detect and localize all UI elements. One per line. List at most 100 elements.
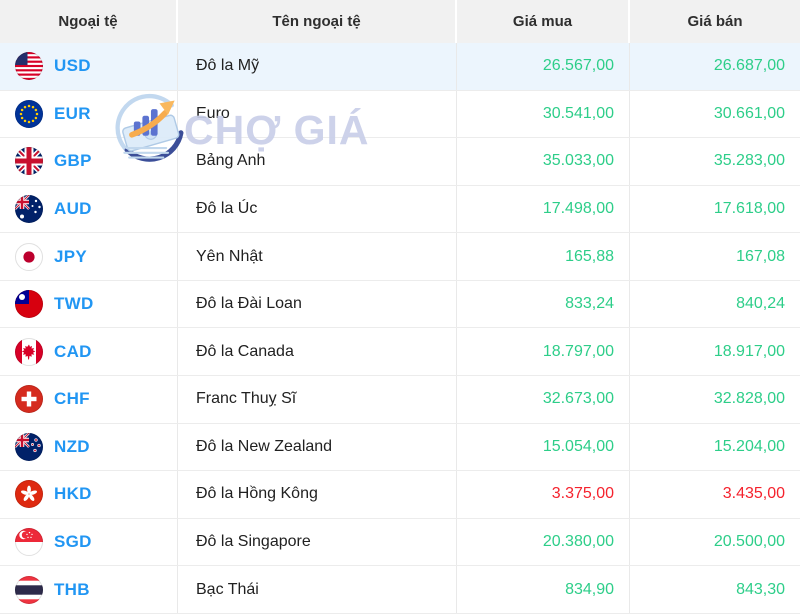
eu-flag-icon bbox=[15, 99, 43, 128]
au-flag-icon bbox=[15, 195, 43, 224]
currency-row[interactable]: NZD Đô la New Zealand 15.054,00 15.204,0… bbox=[0, 423, 800, 472]
currency-name-cell: Bạc Thái bbox=[178, 566, 457, 613]
currency-name-cell: Đô la Úc bbox=[178, 185, 457, 233]
currency-cell: AUD bbox=[0, 185, 178, 233]
buy-price-cell: 165,88 bbox=[457, 233, 630, 280]
col-header-sell-price: Giá bán bbox=[687, 13, 743, 30]
currency-code[interactable]: JPY bbox=[54, 247, 87, 267]
currency-row[interactable]: JPY Yên Nhật 165,88 167,08 bbox=[0, 233, 800, 281]
currency-row[interactable]: CAD Đô la Canada 18.797,00 18.917,00 bbox=[0, 328, 800, 377]
sell-price: 17.618,00 bbox=[713, 200, 785, 218]
sell-price-cell: 3.435,00 bbox=[630, 471, 800, 518]
sell-price: 840,24 bbox=[736, 295, 785, 313]
currency-code[interactable]: TWD bbox=[54, 294, 94, 314]
currency-row[interactable]: USD Đô la Mỹ 26.567,00 26.687,00 bbox=[0, 43, 800, 91]
currency-code[interactable]: EUR bbox=[54, 104, 91, 124]
currency-code[interactable]: GBP bbox=[54, 151, 92, 171]
currency-code[interactable]: CHF bbox=[54, 389, 90, 409]
currency-row[interactable]: EUR Euro 30.541,00 30.661,00 bbox=[0, 90, 800, 139]
currency-cell: SGD bbox=[0, 518, 178, 566]
currency-name: Đô la Canada bbox=[196, 342, 294, 360]
sell-price: 3.435,00 bbox=[722, 485, 785, 503]
currency-name-cell: Euro bbox=[178, 90, 457, 138]
currency-code[interactable]: NZD bbox=[54, 437, 90, 457]
currency-name-cell: Franc Thuỵ Sĩ bbox=[178, 376, 457, 423]
currency-name: Bảng Anh bbox=[196, 152, 266, 170]
buy-price: 17.498,00 bbox=[542, 200, 614, 218]
buy-price: 18.797,00 bbox=[542, 342, 614, 360]
sell-price: 32.828,00 bbox=[713, 390, 785, 408]
currency-cell: USD bbox=[0, 43, 178, 90]
sell-price: 35.283,00 bbox=[713, 152, 785, 170]
buy-price-cell: 35.033,00 bbox=[457, 138, 630, 185]
buy-price: 15.054,00 bbox=[542, 437, 614, 455]
buy-price-cell: 17.498,00 bbox=[457, 185, 630, 233]
sell-price: 167,08 bbox=[736, 247, 785, 265]
tw-flag-icon bbox=[15, 290, 43, 319]
buy-price-cell: 15.054,00 bbox=[457, 423, 630, 471]
sell-price: 20.500,00 bbox=[713, 533, 785, 551]
currency-cell: CHF bbox=[0, 376, 178, 423]
gb-flag-icon bbox=[15, 147, 43, 176]
currency-name-cell: Đô la Hồng Kông bbox=[178, 471, 457, 518]
currency-name: Euro bbox=[196, 104, 230, 122]
currency-row[interactable]: GBP Bảng Anh 35.033,00 35.283,00 bbox=[0, 138, 800, 186]
buy-price: 20.380,00 bbox=[542, 533, 614, 551]
currency-code[interactable]: USD bbox=[54, 56, 91, 76]
currency-name: Đô la Đài Loan bbox=[196, 295, 302, 313]
currency-cell: GBP bbox=[0, 138, 178, 185]
currency-name: Đô la Mỹ bbox=[196, 57, 260, 75]
sell-price: 30.661,00 bbox=[713, 104, 785, 122]
sell-price-cell: 18.917,00 bbox=[630, 328, 800, 375]
currency-row[interactable]: AUD Đô la Úc 17.498,00 17.618,00 bbox=[0, 185, 800, 234]
currency-name: Đô la Singapore bbox=[196, 533, 311, 551]
currency-row[interactable]: HKD Đô la Hồng Kông 3.375,00 3.435,00 bbox=[0, 471, 800, 519]
sell-price-cell: 167,08 bbox=[630, 233, 800, 280]
buy-price: 35.033,00 bbox=[542, 152, 614, 170]
sell-price-cell: 840,24 bbox=[630, 281, 800, 328]
currency-row[interactable]: CHF Franc Thuỵ Sĩ 32.673,00 32.828,00 bbox=[0, 376, 800, 424]
currency-name: Yên Nhật bbox=[196, 247, 263, 265]
currency-row[interactable]: TWD Đô la Đài Loan 833,24 840,24 bbox=[0, 280, 800, 329]
currency-name: Đô la Hồng Kông bbox=[196, 485, 318, 503]
buy-price: 833,24 bbox=[565, 295, 614, 313]
currency-name: Bạc Thái bbox=[196, 580, 259, 598]
buy-price: 165,88 bbox=[565, 247, 614, 265]
currency-code[interactable]: CAD bbox=[54, 342, 92, 362]
currency-name-cell: Đô la New Zealand bbox=[178, 423, 457, 471]
sell-price-cell: 26.687,00 bbox=[630, 43, 800, 90]
currency-code[interactable]: AUD bbox=[54, 199, 92, 219]
buy-price-cell: 18.797,00 bbox=[457, 328, 630, 376]
col-header-buy-price: Giá mua bbox=[457, 0, 630, 43]
currency-name-cell: Đô la Mỹ bbox=[178, 43, 457, 90]
currency-cell: THB bbox=[0, 566, 178, 613]
currency-name: Đô la Úc bbox=[196, 200, 258, 218]
buy-price-cell: 833,24 bbox=[457, 280, 630, 328]
currency-row[interactable]: SGD Đô la Singapore 20.380,00 20.500,00 bbox=[0, 518, 800, 567]
currency-code[interactable]: SGD bbox=[54, 532, 92, 552]
th-flag-icon bbox=[15, 575, 43, 604]
buy-price-cell: 3.375,00 bbox=[457, 471, 630, 518]
currency-cell: EUR bbox=[0, 90, 178, 138]
buy-price-cell: 834,90 bbox=[457, 566, 630, 613]
nz-flag-icon bbox=[15, 432, 43, 461]
currency-cell: TWD bbox=[0, 280, 178, 328]
us-flag-icon bbox=[15, 52, 43, 81]
currency-row[interactable]: THB Bạc Thái 834,90 843,30 bbox=[0, 566, 800, 614]
ca-flag-icon bbox=[15, 337, 43, 366]
currency-code[interactable]: HKD bbox=[54, 484, 92, 504]
currency-name-cell: Đô la Đài Loan bbox=[178, 280, 457, 328]
col-header-currency: Ngoại tệ bbox=[0, 0, 178, 43]
buy-price: 30.541,00 bbox=[542, 104, 614, 122]
currency-code[interactable]: THB bbox=[54, 580, 90, 600]
currency-cell: CAD bbox=[0, 328, 178, 376]
buy-price-cell: 26.567,00 bbox=[457, 43, 630, 90]
sell-price-cell: 35.283,00 bbox=[630, 138, 800, 185]
currency-name-cell: Bảng Anh bbox=[178, 138, 457, 185]
buy-price-cell: 32.673,00 bbox=[457, 376, 630, 423]
currency-name-cell: Yên Nhật bbox=[178, 233, 457, 280]
sell-price-cell: 17.618,00 bbox=[630, 186, 800, 233]
sell-price-cell: 30.661,00 bbox=[630, 91, 800, 138]
currency-cell: JPY bbox=[0, 233, 178, 280]
sell-price-cell: 20.500,00 bbox=[630, 519, 800, 566]
